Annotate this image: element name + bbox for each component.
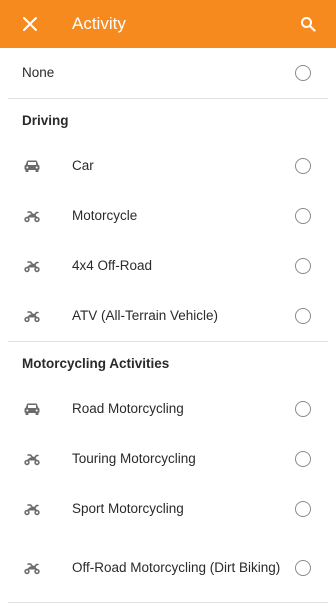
option-label: 4x4 Off-Road bbox=[72, 258, 153, 273]
option-car[interactable]: Car bbox=[0, 141, 336, 191]
radio-button[interactable] bbox=[295, 501, 311, 517]
option-atv[interactable]: ATV (All-Terrain Vehicle) bbox=[0, 291, 336, 341]
radio-button[interactable] bbox=[295, 560, 311, 576]
close-button[interactable] bbox=[18, 12, 42, 36]
option-label: ATV (All-Terrain Vehicle) bbox=[72, 308, 219, 323]
divider bbox=[8, 602, 328, 603]
option-label: Motorcycle bbox=[72, 208, 138, 223]
radio-button[interactable] bbox=[295, 65, 311, 81]
offroad-vehicle-icon bbox=[22, 256, 42, 276]
section-header-driving: Driving bbox=[22, 112, 69, 128]
search-icon bbox=[301, 17, 316, 32]
radio-button[interactable] bbox=[295, 208, 311, 224]
option-label: Road Motorcycling bbox=[72, 401, 184, 416]
top-app-bar: Activity bbox=[0, 0, 336, 48]
option-road-motorcycling[interactable]: Road Motorcycling bbox=[0, 384, 336, 434]
radio-button[interactable] bbox=[295, 258, 311, 274]
close-icon bbox=[23, 17, 37, 31]
radio-button[interactable] bbox=[295, 401, 311, 417]
option-none[interactable]: None bbox=[0, 48, 336, 98]
activity-list: None Driving Car Motorcycle 4x4 Off-Road… bbox=[0, 48, 336, 603]
option-touring-motorcycling[interactable]: Touring Motorcycling bbox=[0, 434, 336, 484]
atv-icon bbox=[22, 306, 42, 326]
option-motorcycle[interactable]: Motorcycle bbox=[0, 191, 336, 241]
car-icon bbox=[22, 156, 42, 176]
motorcycle-icon bbox=[22, 558, 42, 578]
page-title: Activity bbox=[72, 14, 126, 33]
option-label: Touring Motorcycling bbox=[72, 451, 196, 466]
option-4x4-off-road[interactable]: 4x4 Off-Road bbox=[0, 241, 336, 291]
radio-button[interactable] bbox=[295, 308, 311, 324]
car-icon bbox=[22, 399, 42, 419]
motorcycle-icon bbox=[22, 499, 42, 519]
option-label: None bbox=[22, 65, 55, 80]
option-off-road-motorcycling[interactable]: Off-Road Motorcycling (Dirt Biking) bbox=[0, 534, 336, 602]
option-label: Car bbox=[72, 158, 94, 173]
search-button[interactable] bbox=[296, 12, 320, 36]
section-header-motorcycling-activities: Motorcycling Activities bbox=[22, 355, 170, 371]
option-sport-motorcycling[interactable]: Sport Motorcycling bbox=[0, 484, 336, 534]
option-label: Off-Road Motorcycling (Dirt Biking) bbox=[72, 560, 281, 575]
option-label: Sport Motorcycling bbox=[72, 501, 184, 516]
activity-picker-screen: Activity None Driving Car Motorcycle 4x4… bbox=[0, 0, 336, 612]
motorcycle-icon bbox=[22, 206, 42, 226]
radio-button[interactable] bbox=[295, 451, 311, 467]
motorcycle-icon bbox=[22, 449, 42, 469]
radio-button[interactable] bbox=[295, 158, 311, 174]
